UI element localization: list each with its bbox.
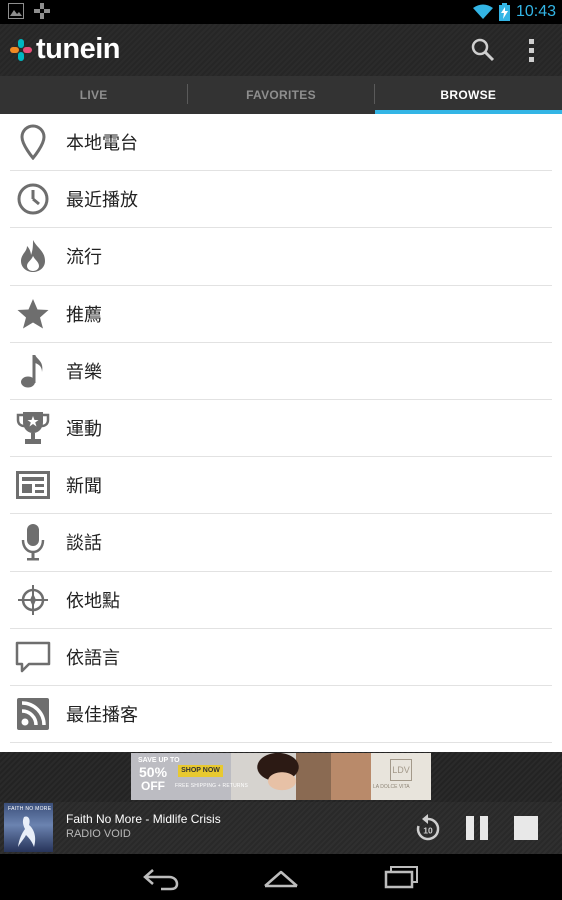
- list-item-music[interactable]: 音樂: [10, 343, 552, 400]
- ad-bar: SAVE UP TO 50% OFF SHOP NOW FREE SHIPPIN…: [0, 752, 562, 802]
- list-item-recents[interactable]: 最近播放: [10, 171, 552, 229]
- track-title: Faith No More - Midlife Crisis: [66, 812, 221, 826]
- tunein-logo[interactable]: tunein: [10, 33, 121, 66]
- list-item-sports[interactable]: 運動: [10, 400, 552, 458]
- ad-off: OFF: [141, 779, 165, 793]
- now-playing-bar[interactable]: FAITH NO MORE Faith No More - Midlife Cr…: [0, 802, 562, 854]
- list-item-talk[interactable]: 談話: [10, 514, 552, 572]
- rss-icon: [10, 694, 56, 734]
- home-icon[interactable]: [259, 862, 303, 892]
- stop-icon[interactable]: [514, 816, 538, 840]
- browse-list: 本地電台 最近播放 流行 推薦 音樂 運動 新聞 談話 依地點 依語言 最佳播客: [0, 114, 562, 752]
- recent-apps-icon[interactable]: [380, 862, 424, 892]
- tunein-notification-icon: [34, 3, 50, 19]
- list-item-label: 音樂: [66, 361, 102, 383]
- list-item-label: 本地電台: [66, 133, 138, 155]
- ad-brand-logo: LDV: [390, 759, 412, 781]
- list-item-news[interactable]: 新聞: [10, 457, 552, 515]
- list-item-trending[interactable]: 流行: [10, 228, 552, 286]
- tab-bar: LIVE FAVORITES BROWSE: [0, 76, 562, 114]
- ad-brand-tagline: LA DOLCE VITA: [373, 784, 410, 790]
- battery-charging-icon: [498, 3, 510, 21]
- search-icon[interactable]: [470, 37, 496, 63]
- overflow-menu-icon[interactable]: [522, 37, 542, 63]
- status-bar: 10:43: [0, 0, 562, 24]
- ad-banner[interactable]: SAVE UP TO 50% OFF SHOP NOW FREE SHIPPIN…: [131, 753, 431, 800]
- location-pin-icon: [10, 122, 56, 162]
- status-time: 10:43: [515, 3, 556, 20]
- system-nav-bar: [0, 854, 562, 900]
- list-item-label: 最近播放: [66, 190, 138, 212]
- list-item-label: 推薦: [66, 304, 102, 326]
- list-item-label: 依語言: [66, 647, 120, 669]
- speech-bubble-icon: [10, 637, 56, 677]
- wifi-icon: [472, 4, 493, 19]
- ad-save-text: SAVE UP TO: [138, 757, 180, 764]
- trophy-icon: [10, 408, 56, 448]
- list-item-label: 新聞: [66, 476, 102, 498]
- rewind-10-icon[interactable]: 10: [414, 813, 442, 843]
- tab-divider: [374, 84, 375, 104]
- list-item-label: 最佳播客: [66, 704, 138, 726]
- ad-fine-print: FREE SHIPPING + RETURNS: [175, 783, 249, 789]
- list-item-top-podcasts[interactable]: 最佳播客: [10, 686, 552, 744]
- ad-model-image: [246, 753, 326, 800]
- tab-favorites[interactable]: FAVORITES: [187, 76, 374, 114]
- tunein-logo-icon: [10, 38, 32, 61]
- tab-browse[interactable]: BROWSE: [374, 76, 562, 114]
- gallery-icon: [8, 3, 24, 19]
- rewind-label: 10: [423, 826, 433, 836]
- newspaper-icon: [10, 465, 56, 505]
- list-item-label: 運動: [66, 419, 102, 441]
- flame-icon: [10, 236, 56, 276]
- compass-icon: [10, 580, 56, 620]
- list-item-by-location[interactable]: 依地點: [10, 572, 552, 629]
- app-name: tunein: [36, 33, 121, 65]
- ad-percent: 50%: [139, 764, 168, 780]
- music-note-icon: [10, 351, 56, 391]
- list-item-recommended[interactable]: 推薦: [10, 286, 552, 343]
- microphone-icon: [10, 522, 56, 562]
- pause-icon[interactable]: [465, 816, 489, 840]
- list-item-local-radio[interactable]: 本地電台: [10, 114, 552, 172]
- tab-live[interactable]: LIVE: [0, 76, 187, 114]
- list-item-label: 談話: [66, 533, 102, 555]
- album-art[interactable]: FAITH NO MORE: [4, 803, 53, 852]
- list-item-label: 流行: [66, 247, 102, 269]
- clock-icon: [10, 179, 56, 219]
- tab-divider: [187, 84, 188, 104]
- list-item-by-language[interactable]: 依語言: [10, 629, 552, 686]
- back-icon[interactable]: [139, 862, 183, 892]
- station-name: RADIO VOID: [66, 828, 131, 840]
- list-item-label: 依地點: [66, 590, 120, 612]
- action-bar: tunein: [0, 24, 562, 76]
- star-icon: [10, 294, 56, 334]
- ad-shop-now-button[interactable]: SHOP NOW: [178, 765, 223, 777]
